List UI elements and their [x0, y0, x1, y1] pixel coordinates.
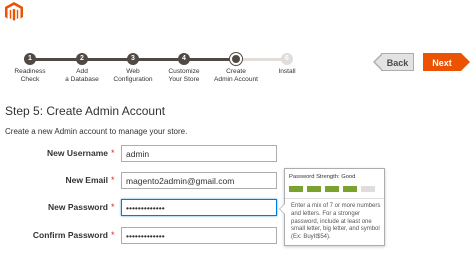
password-strength-heading: Password Strength: Good	[289, 174, 356, 180]
progress-steps: 1 Readiness Check 2 Add a Database 3 Web…	[0, 50, 310, 90]
step-1-label: Readiness Check	[14, 68, 46, 83]
magento-logo-icon	[5, 2, 23, 21]
required-mark: *	[111, 148, 115, 158]
strength-segment	[343, 186, 357, 192]
step-2-marker: 2	[76, 53, 88, 65]
strength-segment	[289, 186, 303, 192]
step-1-marker: 1	[24, 53, 36, 65]
password-strength-meter	[289, 186, 379, 194]
required-mark: *	[111, 175, 115, 185]
page-title: Step 5: Create Admin Account	[5, 104, 166, 118]
username-label: New Username	[47, 148, 108, 158]
next-button[interactable]: Next	[423, 53, 470, 71]
strength-segment	[361, 186, 375, 192]
email-field[interactable]	[121, 172, 277, 189]
username-field[interactable]	[121, 145, 277, 162]
password-label: New Password	[48, 202, 108, 212]
confirm-password-label: Confirm Password	[32, 230, 108, 240]
required-mark: *	[111, 202, 115, 212]
step-4-marker: 4	[178, 53, 190, 65]
step-6-label: Install	[278, 68, 296, 75]
step-5-marker	[230, 53, 242, 65]
step-4-label: Customize Your Store	[168, 68, 200, 83]
step-3-marker: 3	[127, 53, 139, 65]
email-label: New Email	[65, 175, 108, 185]
strength-segment	[307, 186, 321, 192]
password-hint-text: Enter a mix of 7 or more numbers and let…	[291, 203, 381, 241]
page-subtitle: Create a new Admin account to manage you…	[5, 127, 188, 136]
required-mark: *	[111, 230, 115, 240]
confirm-password-field[interactable]	[121, 227, 277, 244]
tooltip-divider	[285, 198, 384, 199]
password-field[interactable]	[121, 199, 277, 216]
password-strength-tooltip: Password Strength: Good Enter a mix of 7…	[279, 168, 385, 246]
step-6-marker: 6	[281, 53, 293, 65]
strength-segment	[325, 186, 339, 192]
back-button[interactable]: Back	[373, 53, 414, 71]
